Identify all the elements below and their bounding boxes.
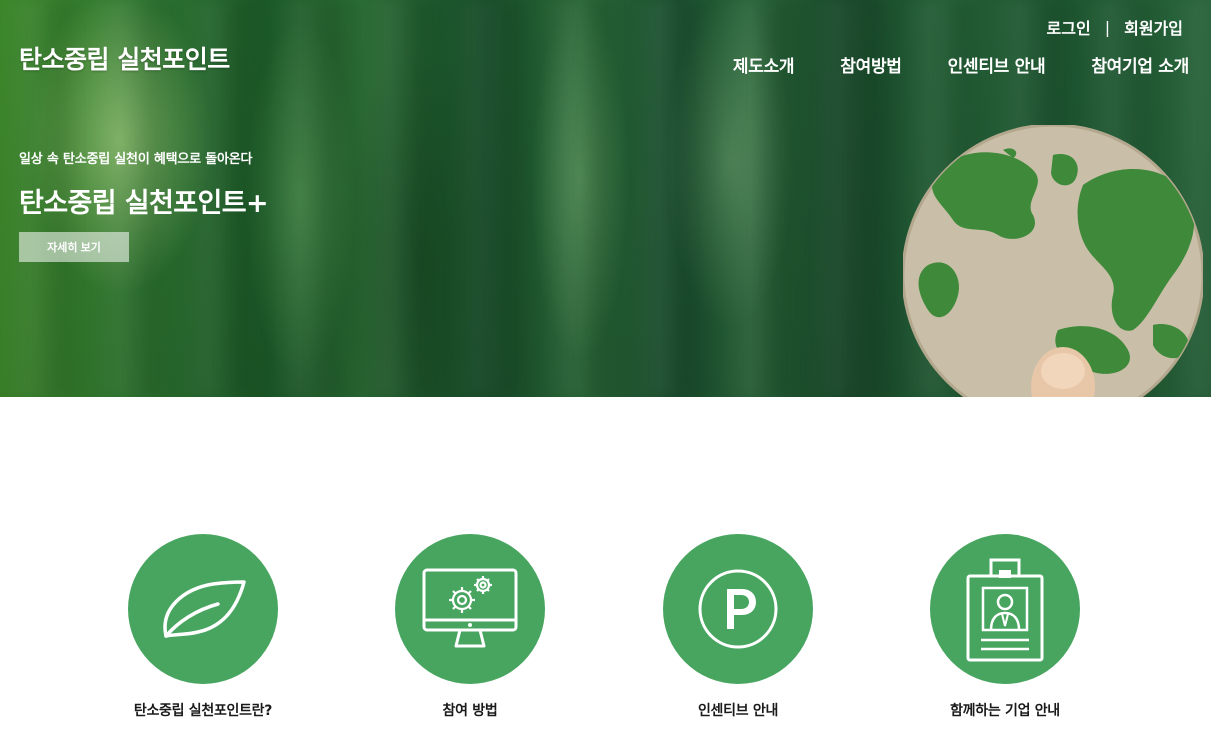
id-badge-icon [966,558,1044,662]
hero-title: 탄소중립 실천포인트+ [19,188,269,219]
site-logo[interactable]: 탄소중립 실천포인트 [19,40,230,76]
login-link[interactable]: 로그인 [1047,15,1091,39]
nav-item-partner-companies[interactable]: 참여기업 소개 [1091,52,1189,77]
feature-circle[interactable] [663,534,813,684]
signup-link[interactable]: 회원가입 [1124,15,1183,39]
feature-label[interactable]: 인센티브 안내 [698,700,778,720]
globe-image [903,125,1203,397]
feature-circle[interactable] [930,534,1080,684]
feature-card-incentives[interactable]: 인센티브 안내 [638,534,838,720]
feature-card-how-to-join[interactable]: 참여 방법 [370,534,570,720]
nav-item-incentives[interactable]: 인센티브 안내 [948,52,1046,77]
feature-circle[interactable] [395,534,545,684]
feature-section: 탄소중립 실천포인트란? 참여 방법 인센티브 안내 함께하는 기업 안내 [0,397,1211,742]
feature-card-what-is[interactable]: 탄소중립 실천포인트란? [103,534,303,720]
feature-card-partner-companies[interactable]: 함께하는 기업 안내 [905,534,1105,720]
feature-circle[interactable] [128,534,278,684]
monitor-gears-icon [422,568,518,648]
feature-label[interactable]: 탄소중립 실천포인트란? [134,700,273,720]
hero-banner: 탄소중립 실천포인트 로그인 | 회원가입 제도소개 참여방법 인센티브 안내 … [0,0,1211,397]
leaf-icon [163,580,246,638]
feature-label[interactable]: 참여 방법 [443,700,498,720]
nav-item-system-intro[interactable]: 제도소개 [733,52,795,77]
auth-links: 로그인 | 회원가입 [1047,15,1183,39]
learn-more-button[interactable]: 자세히 보기 [19,232,129,262]
feature-label[interactable]: 함께하는 기업 안내 [950,700,1060,720]
parking-p-icon [698,569,778,649]
auth-separator: | [1104,17,1111,37]
hero-subtitle: 일상 속 탄소중립 실천이 혜택으로 돌아온다 [19,152,253,167]
main-nav: 제도소개 참여방법 인센티브 안내 참여기업 소개 [733,52,1189,77]
nav-item-how-to-join[interactable]: 참여방법 [840,52,902,77]
